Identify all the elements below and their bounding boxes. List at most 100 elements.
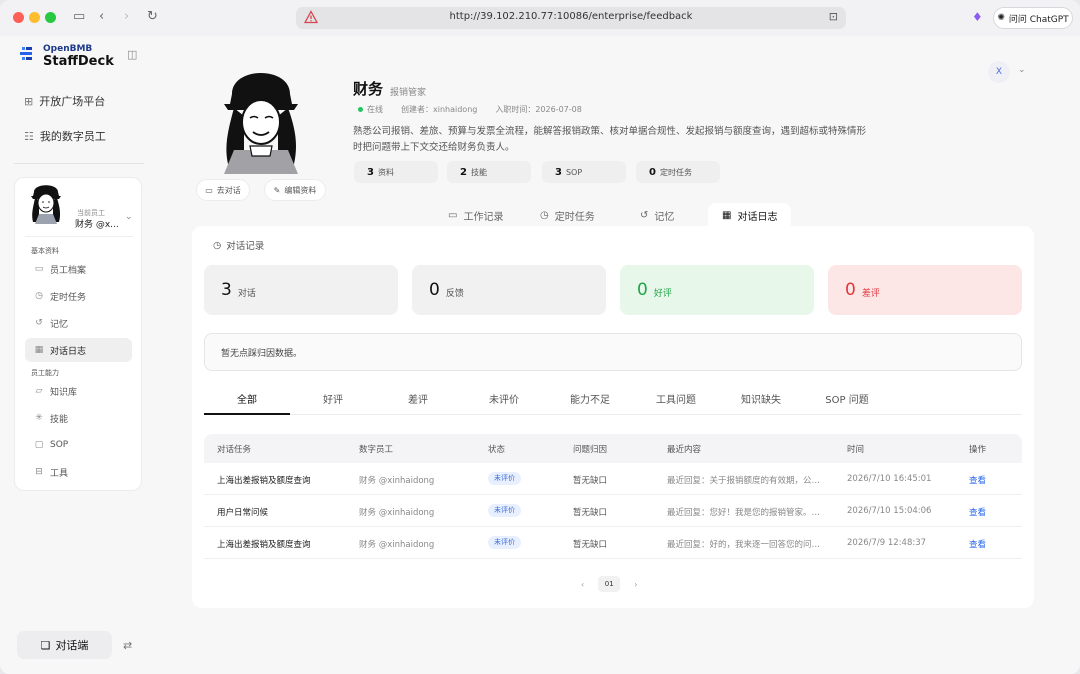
tab-work-record[interactable]: ▭ 工作记录	[434, 203, 517, 227]
forward-icon[interactable]: ›	[124, 9, 129, 25]
chevron-down-icon[interactable]: ⌄	[1018, 65, 1026, 75]
address-bar[interactable]: http://39.102.210.77:10086/enterprise/fe…	[296, 7, 846, 29]
profile-meta: 在线 创建者：xinhaidong 入职时间：2026-07-08	[358, 104, 582, 115]
sidebar-item-memory[interactable]: ↺ 记忆	[25, 311, 132, 335]
prev-page-icon[interactable]: ‹	[581, 580, 584, 589]
chat-log-table: 对话任务 数字员工 状态 问题归因 最近内容 时间 操作 上海出差报销及额度查询…	[204, 434, 1022, 559]
filter-tool-issue[interactable]: 工具问题	[633, 389, 719, 415]
sidebar-item-label: 知识库	[50, 387, 78, 398]
tab-label: 定时任务	[554, 211, 595, 223]
row-task: 上海出差报销及额度查询	[217, 540, 311, 550]
swap-icon[interactable]: ⇄	[123, 639, 132, 652]
row-task: 上海出差报销及额度查询	[217, 476, 311, 486]
logo-icon	[20, 47, 32, 60]
status-text: 在线	[367, 105, 383, 114]
sidebar-toggle-icon[interactable]: ▭	[73, 9, 85, 25]
collapse-sidebar-icon[interactable]: ◫	[127, 48, 137, 61]
table-row[interactable]: 上海出差报销及额度查询 财务 @xinhaidong 未评价 暂无缺口 最近回复…	[204, 527, 1022, 559]
sidebar-item-chat-log[interactable]: ▦ 对话日志	[25, 338, 132, 362]
tab-label: 对话日志	[737, 211, 778, 223]
employee-title: 财务	[353, 80, 384, 98]
tab-memory[interactable]: ↺ 记忆	[626, 203, 688, 227]
col-task: 对话任务	[217, 445, 252, 455]
reload-icon[interactable]: ↻	[147, 9, 158, 25]
table-row[interactable]: 上海出差报销及额度查询 财务 @xinhaidong 未评价 暂无缺口 最近回复…	[204, 463, 1022, 495]
brand-top: OpenBMB	[43, 44, 93, 54]
metric-feedback: 0 反馈	[412, 265, 606, 315]
main-content: ▭ 去对话 ✎ 编辑资料 财务 报销管家 在线 创建者：xinhaidong 入…	[158, 36, 1080, 674]
sidebar-item-scheduled[interactable]: ◷ 定时任务	[25, 284, 132, 308]
filter-unrated[interactable]: 未评价	[461, 389, 547, 415]
browser-window: ▭ ‹ › ↻ http://39.102.210.77:10086/enter…	[0, 0, 1080, 674]
stat-label: 定时任务	[659, 167, 692, 177]
chevron-down-icon[interactable]: ⌄	[125, 212, 133, 222]
maximize-window-button[interactable]	[45, 12, 56, 23]
filter-sop-issue[interactable]: SOP 问题	[804, 389, 890, 415]
back-icon[interactable]: ‹	[99, 9, 104, 25]
nav-my-employees[interactable]: ☷ 我的数字员工	[24, 128, 106, 144]
minimize-window-button[interactable]	[29, 12, 40, 23]
sidebar-item-tools[interactable]: ⊟ 工具	[25, 460, 132, 484]
filter-positive[interactable]: 好评	[290, 389, 376, 415]
view-link[interactable]: 查看	[969, 474, 986, 486]
sparkle-icon: ✳	[35, 413, 43, 423]
page-number[interactable]: 01	[598, 576, 621, 592]
col-recent: 最近内容	[667, 445, 702, 455]
tab-label: 工作记录	[463, 211, 504, 223]
col-employee: 数字员工	[359, 445, 394, 455]
panel-title: ◷ 对话记录	[213, 238, 265, 253]
sidebar-item-label: 技能	[50, 414, 69, 425]
sidebar-item-skills[interactable]: ✳ 技能	[25, 406, 132, 430]
sidebar: OpenBMB StaffDeck ◫ ⊞ 开放广场平台 ☷ 我的数字员工 当前…	[0, 36, 158, 674]
filter-knowledge-gap[interactable]: 知识缺失	[718, 389, 804, 415]
nav-label: 开放广场平台	[39, 95, 106, 108]
sidebar-item-profile[interactable]: ▭ 员工档案	[25, 257, 132, 281]
table-header: 对话任务 数字员工 状态 问题归因 最近内容 时间 操作	[204, 434, 1022, 463]
go-chat-label: 去对话	[216, 185, 241, 195]
browser-toolbar: ▭ ‹ › ↻ http://39.102.210.77:10086/enter…	[0, 0, 1080, 36]
filter-tabs: 全部 好评 差评 未评价 能力不足 工具问题 知识缺失 SOP 问题	[204, 389, 1022, 415]
filter-ability-gap[interactable]: 能力不足	[547, 389, 633, 415]
chatgpt-icon: ✺	[997, 13, 1005, 23]
view-link[interactable]: 查看	[969, 538, 986, 550]
sidebar-item-sop[interactable]: ▢ SOP	[25, 433, 132, 457]
stat-label: 技能	[470, 167, 487, 177]
employee-avatar[interactable]	[25, 178, 67, 224]
sidebar-item-label: 记忆	[50, 319, 69, 330]
status-badge: 未评价	[488, 536, 521, 549]
sidebar-item-knowledge[interactable]: ▱ 知识库	[25, 379, 132, 403]
view-link[interactable]: 查看	[969, 506, 986, 518]
chat-log-panel: ◷ 对话记录 3 对话 0 反馈 0 好评 0 差评 暂无点踩归因数据。 全部	[192, 226, 1034, 608]
metric-label: 反馈	[445, 288, 464, 299]
chat-bubbles-icon: ❏	[40, 638, 51, 652]
row-time: 2026/7/9 12:48:37	[847, 538, 927, 548]
close-window-button[interactable]	[13, 12, 24, 23]
extension-icon[interactable]: ♦	[972, 10, 983, 24]
bookmark-icon[interactable]: ⊡	[829, 10, 838, 23]
edit-profile-button[interactable]: ✎ 编辑资料	[264, 179, 326, 201]
filter-negative[interactable]: 差评	[375, 389, 461, 415]
ask-chatgpt-button[interactable]: ✺ 问问 ChatGPT	[993, 7, 1073, 29]
metric-negative: 0 差评	[828, 265, 1022, 315]
table-row[interactable]: 用户日常问候 财务 @xinhaidong 未评价 暂无缺口 最近回复：您好！我…	[204, 495, 1022, 527]
go-chat-button[interactable]: ▭ 去对话	[196, 179, 250, 201]
panel-title-text: 对话记录	[226, 241, 265, 252]
metric-num: 3	[221, 280, 232, 300]
row-employee: 财务 @xinhaidong	[359, 540, 435, 550]
row-recent: 最近回复：关于报销额度的有效期，公…	[667, 476, 821, 486]
user-avatar[interactable]: X	[988, 61, 1010, 83]
sidebar-item-label: 对话日志	[50, 346, 87, 357]
filter-all[interactable]: 全部	[204, 389, 290, 415]
chat-square-icon: ▢	[34, 440, 44, 450]
next-page-icon[interactable]: ›	[634, 580, 637, 589]
chat-client-button[interactable]: ❏ 对话端	[17, 631, 112, 659]
nav-open-plaza[interactable]: ⊞ 开放广场平台	[24, 93, 105, 109]
tab-chat-log[interactable]: ▦ 对话日志	[708, 203, 792, 227]
metric-chats: 3 对话	[204, 265, 398, 315]
empty-attribution-notice: 暂无点踩归因数据。	[204, 333, 1022, 371]
tab-scheduled[interactable]: ◷ 定时任务	[526, 203, 609, 227]
status-badge: 未评价	[488, 504, 521, 517]
pagination: ‹ 01 ›	[581, 576, 637, 592]
row-cause: 暂无缺口	[573, 508, 608, 518]
stat-num: 0	[649, 166, 656, 178]
